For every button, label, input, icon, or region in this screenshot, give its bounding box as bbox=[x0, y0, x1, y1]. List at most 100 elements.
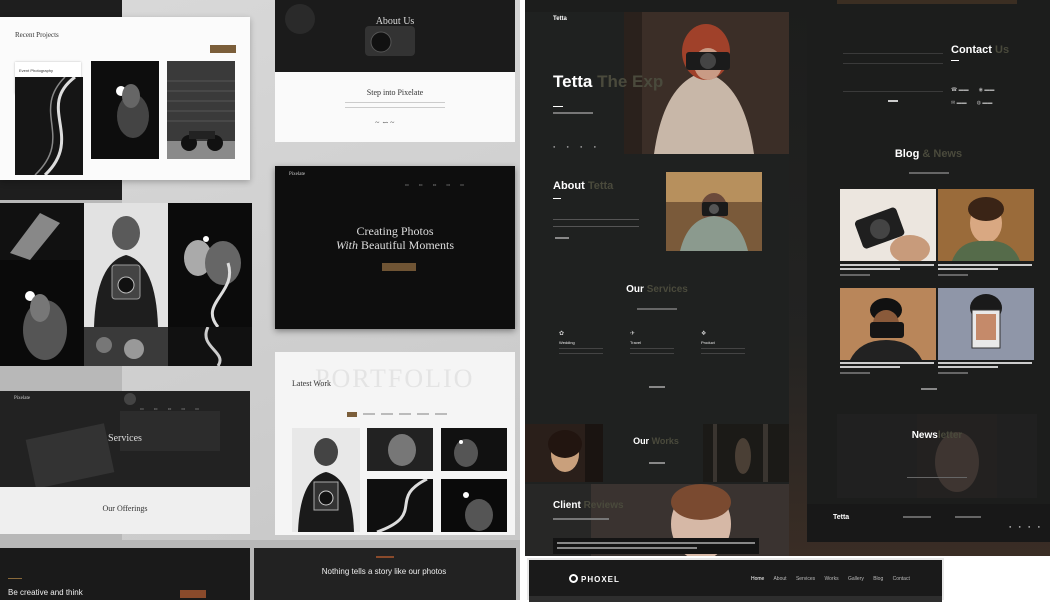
product-desc bbox=[701, 348, 745, 354]
phoxel-nav-contact[interactable]: Contact bbox=[893, 576, 910, 582]
filter-item[interactable] bbox=[435, 413, 447, 415]
road-photo[interactable] bbox=[15, 77, 83, 175]
hero-sub bbox=[553, 112, 593, 114]
newsletter-section: Newsletter bbox=[837, 414, 1037, 498]
name-field[interactable] bbox=[843, 46, 943, 54]
services-title: Services bbox=[108, 433, 142, 444]
phoxel-nav-services[interactable]: Services bbox=[796, 576, 815, 582]
email-field[interactable] bbox=[843, 54, 943, 64]
contact-heading: Contact Us bbox=[951, 44, 1009, 56]
product-label: Product bbox=[701, 340, 715, 345]
contact-form[interactable] bbox=[843, 46, 943, 102]
hero-heading: Tetta The Exp bbox=[553, 72, 663, 92]
hero-button[interactable] bbox=[382, 263, 416, 271]
filter-item[interactable] bbox=[399, 413, 411, 415]
grid-couple-photo[interactable] bbox=[168, 203, 252, 327]
blog-caption-3[interactable] bbox=[840, 362, 934, 374]
product-icon: ❖ bbox=[701, 331, 707, 337]
about-line bbox=[553, 198, 561, 199]
services-nav[interactable]: ▭ ▭ ▭ ▭ ▭ bbox=[130, 397, 199, 415]
blog-photo-4[interactable] bbox=[938, 288, 1034, 360]
aperture-icon bbox=[569, 574, 578, 583]
bottom-button[interactable] bbox=[180, 590, 206, 598]
works-heading: Our Works bbox=[611, 436, 701, 446]
blog-photo-1[interactable] bbox=[840, 189, 936, 261]
service-wedding[interactable]: ✿ Wedding bbox=[559, 330, 619, 354]
works-link[interactable] bbox=[649, 462, 665, 464]
filter-item[interactable] bbox=[363, 413, 375, 415]
tetta-panel: Tetta ▭▭▭▭⌕ Tetta The Exp ● ● ● ● About … bbox=[525, 0, 1050, 556]
hero-line-1: Creating Photos bbox=[356, 224, 434, 238]
works-word: Works bbox=[651, 436, 679, 446]
works-photo-left[interactable] bbox=[525, 424, 603, 482]
services-word: Services bbox=[646, 284, 688, 295]
tetta-logo[interactable]: Tetta bbox=[553, 16, 567, 22]
submit-button[interactable] bbox=[888, 100, 898, 102]
phoxel-nav-home[interactable]: Home bbox=[751, 576, 764, 582]
works-photo-right[interactable] bbox=[703, 424, 789, 482]
grid-flowers-photo[interactable] bbox=[84, 327, 168, 366]
bottom-accent-line bbox=[8, 578, 22, 579]
left-collage: Recent Projects Event Photography About … bbox=[0, 0, 520, 600]
grid-camera-man-photo[interactable] bbox=[84, 203, 168, 327]
blog-photo-2[interactable] bbox=[938, 189, 1034, 261]
grid-hand-photo[interactable] bbox=[0, 203, 84, 260]
blog-photo-3[interactable] bbox=[840, 288, 936, 360]
client-word: Client bbox=[553, 500, 581, 511]
grid-match-photo[interactable] bbox=[0, 260, 84, 366]
latest-photo-4[interactable] bbox=[367, 479, 433, 532]
travel-label: Travel bbox=[630, 340, 641, 345]
phoxel-brand: PHOXEL bbox=[581, 575, 620, 584]
filter-item[interactable] bbox=[417, 413, 429, 415]
hero-socials[interactable]: ● ● ● ● bbox=[553, 144, 601, 149]
newsletter-photo bbox=[917, 414, 997, 498]
phoxel-nav-blog[interactable]: Blog bbox=[873, 576, 883, 582]
bottom-think-text: Be creative and think bbox=[8, 588, 83, 597]
contact-us: Us bbox=[995, 44, 1010, 56]
blog-caption-2[interactable] bbox=[938, 264, 1032, 276]
client-sub bbox=[553, 518, 609, 520]
blog-link[interactable] bbox=[921, 388, 937, 390]
phoxel-hero-bar bbox=[529, 596, 942, 602]
hero-line bbox=[553, 106, 563, 107]
grid-road-photo[interactable] bbox=[168, 327, 252, 366]
signature: ~ ∽ ~ bbox=[375, 118, 395, 127]
news-letter: letter bbox=[937, 430, 963, 441]
motorcycle-photo[interactable] bbox=[167, 61, 235, 159]
newsletter-input[interactable] bbox=[907, 472, 967, 478]
message-field[interactable] bbox=[843, 64, 943, 92]
blog-caption-1[interactable] bbox=[840, 264, 934, 276]
story-accent bbox=[376, 556, 394, 558]
phoxel-nav-works[interactable]: Works bbox=[825, 576, 839, 582]
phoxel-nav[interactable]: Home About Services Works Gallery Blog C… bbox=[751, 576, 910, 582]
client-heading: Client Reviews bbox=[553, 500, 624, 511]
latest-photo-5[interactable] bbox=[441, 479, 507, 532]
latest-photo-3[interactable] bbox=[441, 428, 507, 471]
phoxel-logo[interactable]: PHOXEL bbox=[569, 574, 620, 584]
phoxel-nav-gallery[interactable]: Gallery bbox=[848, 576, 864, 582]
contact-word: Contact bbox=[951, 44, 992, 56]
match-portrait-photo[interactable] bbox=[91, 61, 159, 159]
pixelate-nav[interactable]: ▭ ▭ ▭ ▭ ▭ bbox=[395, 173, 464, 191]
latest-photo-2[interactable] bbox=[367, 428, 433, 471]
recent-projects-button[interactable] bbox=[210, 45, 236, 53]
filter-active[interactable] bbox=[347, 412, 357, 417]
latest-work-title: Latest Work bbox=[292, 379, 331, 388]
globe-icon: ◍ bbox=[976, 100, 981, 106]
service-product[interactable]: ❖ Product bbox=[701, 330, 761, 354]
filter-item[interactable] bbox=[381, 413, 393, 415]
footer-socials[interactable]: ● ● ● ● bbox=[1009, 524, 1043, 529]
hero-moments: Beautiful Moments bbox=[361, 238, 454, 252]
latest-camera-man-photo[interactable] bbox=[292, 428, 360, 532]
latest-filters[interactable] bbox=[347, 412, 497, 417]
services-sub bbox=[637, 308, 677, 310]
blog-caption-4[interactable] bbox=[938, 362, 1032, 374]
event-tag-label: Event Photography bbox=[19, 68, 54, 73]
phoxel-nav-about[interactable]: About bbox=[773, 576, 786, 582]
recent-projects-card: Recent Projects Event Photography bbox=[0, 17, 250, 180]
pixelate-brand: Pixelate bbox=[289, 172, 306, 177]
footer-logo[interactable]: Tetta bbox=[833, 514, 849, 521]
services-link[interactable] bbox=[649, 386, 665, 388]
about-link[interactable] bbox=[555, 237, 569, 239]
service-travel[interactable]: ✈ Travel bbox=[630, 330, 690, 354]
